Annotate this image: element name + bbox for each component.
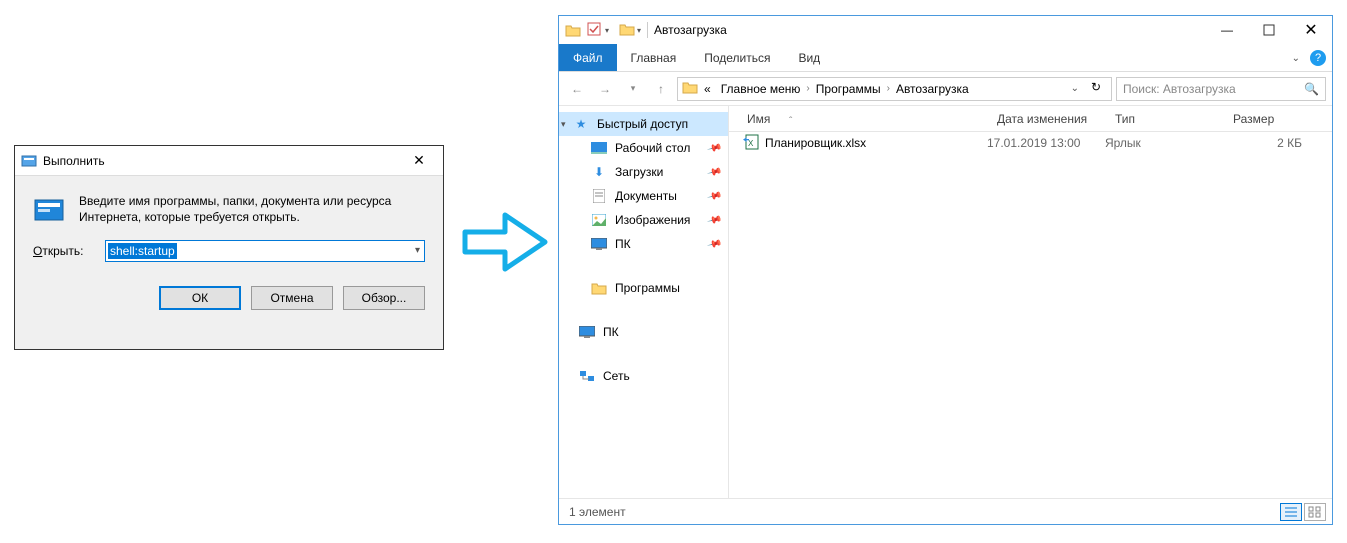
breadcrumb-start[interactable]: « (700, 82, 715, 96)
star-icon: ★ (573, 116, 589, 132)
tab-share[interactable]: Поделиться (690, 44, 784, 71)
run-icon (21, 153, 37, 169)
tab-home[interactable]: Главная (617, 44, 691, 71)
close-icon: ✕ (413, 152, 425, 169)
nav-pane: ★ Быстрый доступ Рабочий стол 📌 ⬇ Загруз… (559, 106, 729, 498)
close-button[interactable]: ✕ (1290, 16, 1332, 44)
col-date[interactable]: Дата изменения (987, 112, 1105, 126)
nav-pictures[interactable]: Изображения 📌 (559, 208, 728, 232)
folder-icon (591, 280, 607, 296)
breadcrumb-item[interactable]: Программы (812, 82, 885, 96)
back-button[interactable]: ← (565, 77, 589, 101)
pin-icon: 📌 (706, 188, 722, 204)
file-name: Планировщик.xlsx (765, 136, 866, 150)
tab-view[interactable]: Вид (784, 44, 834, 71)
file-row[interactable]: X Планировщик.xlsx 17.01.2019 13:00 Ярлы… (729, 132, 1332, 154)
file-date: 17.01.2019 13:00 (987, 136, 1105, 150)
chevron-right-icon: › (806, 83, 809, 94)
nav-programs[interactable]: Программы (559, 276, 728, 300)
file-size: 2 КБ (1223, 136, 1332, 150)
desktop-icon (591, 140, 607, 156)
arrow-icon (460, 207, 550, 280)
search-input[interactable]: Поиск: Автозагрузка 🔍 (1116, 77, 1326, 101)
up-button[interactable]: ↑ (649, 77, 673, 101)
minimize-button[interactable]: — (1206, 16, 1248, 44)
search-icon[interactable]: 🔍 (1304, 82, 1319, 96)
run-big-icon (33, 194, 67, 228)
ribbon-expand-icon[interactable]: ⌄ (1292, 53, 1300, 64)
picture-icon (591, 212, 607, 228)
qat-chevron-down-icon[interactable]: ▾ (605, 26, 609, 35)
chevron-right-icon: › (887, 83, 890, 94)
qat-properties-icon[interactable] (587, 22, 601, 39)
status-count: 1 элемент (569, 505, 626, 519)
monitor-icon (579, 324, 595, 340)
view-details-button[interactable] (1280, 503, 1302, 521)
nav-downloads[interactable]: ⬇ Загрузки 📌 (559, 160, 728, 184)
help-icon[interactable]: ? (1310, 50, 1326, 66)
col-size[interactable]: Размер (1223, 112, 1332, 126)
nav-pc[interactable]: ПК (559, 320, 728, 344)
network-icon (579, 368, 595, 384)
column-headers: Имя Дата изменения Тип Размер (729, 106, 1332, 132)
explorer-window: ▾ ▾ Автозагрузка — ✕ Файл Главная Подели… (558, 15, 1333, 525)
document-icon (591, 188, 607, 204)
content-pane: Имя Дата изменения Тип Размер X Планиров… (729, 106, 1332, 498)
run-titlebar[interactable]: Выполнить ✕ (15, 146, 443, 176)
monitor-icon (591, 236, 607, 252)
breadcrumb-item[interactable]: Автозагрузка (892, 82, 973, 96)
close-button[interactable]: ✕ (399, 146, 439, 174)
status-bar: 1 элемент (559, 498, 1332, 524)
open-input[interactable]: shell:startup ▾ (105, 240, 425, 262)
svg-text:X: X (748, 139, 754, 148)
folder-icon (682, 79, 698, 98)
address-bar[interactable]: « Главное меню › Программы › Автозагрузк… (677, 77, 1112, 101)
titlebar[interactable]: ▾ ▾ Автозагрузка — ✕ (559, 16, 1332, 44)
open-label: Открыть: (33, 244, 93, 258)
ribbon-tabs: Файл Главная Поделиться Вид ⌄ ? (559, 44, 1332, 72)
nav-desktop[interactable]: Рабочий стол 📌 (559, 136, 728, 160)
search-placeholder: Поиск: Автозагрузка (1123, 82, 1236, 96)
pin-icon: 📌 (706, 140, 722, 156)
maximize-button[interactable] (1248, 16, 1290, 44)
pin-icon: 📌 (706, 164, 722, 180)
forward-button[interactable]: → (593, 77, 617, 101)
cancel-button[interactable]: Отмена (251, 286, 333, 310)
pin-icon: 📌 (706, 212, 722, 228)
run-prompt: Введите имя программы, папки, документа … (79, 194, 425, 228)
refresh-button[interactable]: ↻ (1085, 80, 1107, 94)
window-title: Автозагрузка (654, 23, 727, 37)
qat-dropdown-icon[interactable]: ▾ (637, 26, 641, 35)
browse-button[interactable]: Обзор... (343, 286, 425, 310)
file-type: Ярлык (1105, 136, 1223, 150)
qat-new-folder-icon[interactable] (619, 21, 635, 40)
nav-quick-access[interactable]: ★ Быстрый доступ (559, 112, 728, 136)
chevron-down-icon[interactable]: ▾ (415, 245, 420, 256)
address-row: ← → ▾ ↑ « Главное меню › Программы › Авт… (559, 72, 1332, 106)
recent-dropdown[interactable]: ▾ (621, 77, 645, 101)
pin-icon: 📌 (706, 236, 722, 252)
open-input-value: shell:startup (108, 243, 177, 259)
col-name[interactable]: Имя (729, 112, 987, 126)
excel-shortcut-icon: X (743, 134, 759, 153)
view-icons-button[interactable] (1304, 503, 1326, 521)
ok-button[interactable]: ОК (159, 286, 241, 310)
nav-pc-quick[interactable]: ПК 📌 (559, 232, 728, 256)
col-type[interactable]: Тип (1105, 112, 1223, 126)
run-title-text: Выполнить (43, 154, 105, 168)
tab-file[interactable]: Файл (559, 44, 617, 71)
nav-documents[interactable]: Документы 📌 (559, 184, 728, 208)
breadcrumb-item[interactable]: Главное меню (717, 82, 805, 96)
folder-icon (565, 22, 581, 38)
nav-network[interactable]: Сеть (559, 364, 728, 388)
address-dropdown-icon[interactable]: ⌄ (1071, 83, 1079, 94)
download-icon: ⬇ (591, 164, 607, 180)
run-dialog: Выполнить ✕ Введите имя программы, папки… (14, 145, 444, 350)
